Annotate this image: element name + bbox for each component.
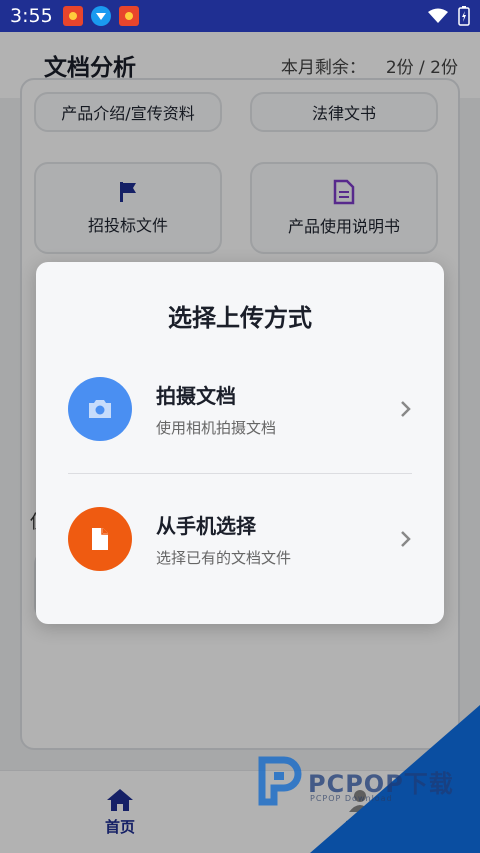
- file-icon: [92, 528, 108, 550]
- battery-icon: [458, 6, 470, 26]
- chevron-right-icon: [401, 401, 411, 417]
- choose-from-phone-option[interactable]: 从手机选择 选择已有的文档文件: [68, 484, 412, 594]
- wifi-icon: [428, 8, 448, 23]
- status-time: 3:55: [10, 5, 53, 27]
- upload-method-dialog: 选择上传方式 拍摄文档 使用相机拍摄文档 从手机选择 选择已有的文档文件: [36, 262, 444, 624]
- pcpop-logo-icon: [258, 756, 302, 806]
- dialog-title: 选择上传方式: [168, 304, 312, 332]
- option-subtitle: 使用相机拍摄文档: [156, 419, 277, 437]
- app-notification-icon: [62, 6, 83, 26]
- chevron-right-icon: [401, 531, 411, 547]
- option-subtitle: 选择已有的文档文件: [156, 549, 292, 567]
- take-photo-option[interactable]: 拍摄文档 使用相机拍摄文档: [68, 354, 412, 464]
- camera-icon-circle: [68, 377, 132, 441]
- option-divider: [68, 473, 412, 474]
- status-bar: 3:55: [0, 0, 480, 32]
- download-notification-icon: [90, 6, 111, 26]
- file-icon-circle: [68, 507, 132, 571]
- option-title: 从手机选择: [156, 514, 256, 538]
- app-notification-icon-2: [118, 6, 139, 26]
- option-title: 拍摄文档: [156, 384, 236, 408]
- camera-icon: [89, 400, 111, 418]
- watermark-subtext: PCPOP Download: [310, 794, 393, 803]
